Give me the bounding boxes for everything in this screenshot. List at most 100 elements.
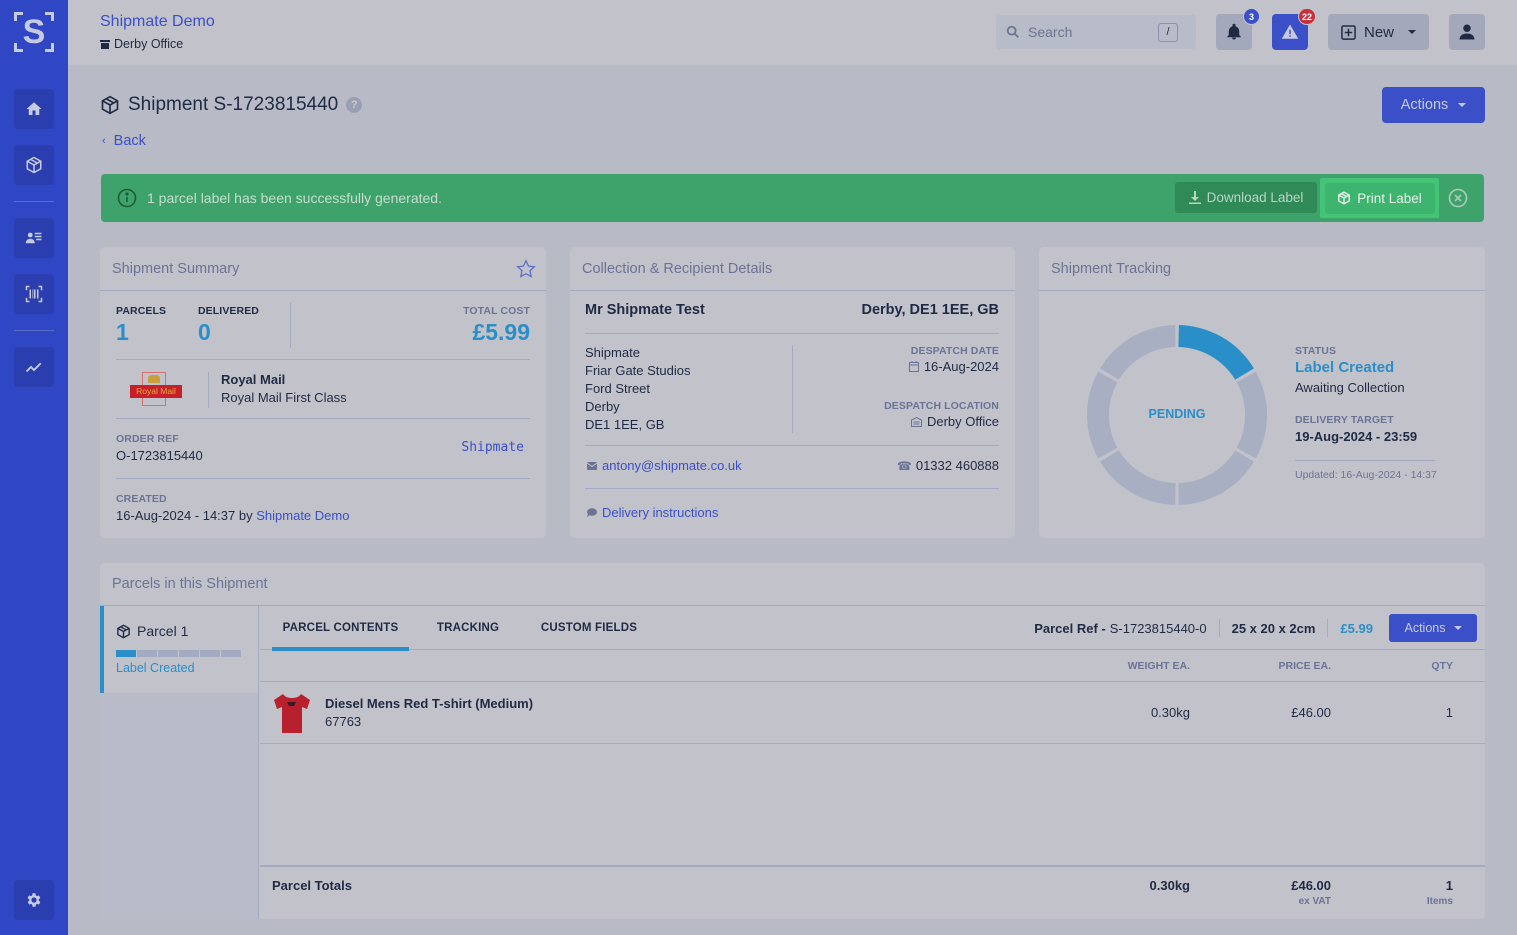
print-label-button[interactable]: Print Label [1324, 182, 1435, 214]
star-icon[interactable] [516, 259, 536, 279]
progress-segment [200, 650, 220, 657]
download-label-button[interactable]: Download Label [1175, 182, 1317, 213]
donut-segment-pending [1178, 450, 1254, 505]
order-ref-value: O-1723815440 [116, 448, 203, 463]
success-banner: 1 parcel label has been successfully gen… [101, 174, 1484, 222]
parcel-ref: S-1723815440-0 [1109, 620, 1207, 636]
card-title: Collection & Recipient Details [570, 247, 1015, 291]
total-cost-label: TOTAL COST [463, 305, 530, 317]
organisation-name[interactable]: Shipmate Demo [100, 13, 215, 31]
tab-tracking[interactable]: TRACKING [426, 606, 510, 650]
parcel-tabs: PARCEL CONTENTS TRACKING CUSTOM FIELDS P… [260, 606, 1485, 651]
status-label: STATUS [1295, 345, 1337, 357]
carrier-service: Royal Mail First Class [221, 390, 347, 405]
divider [116, 478, 530, 479]
sidebar-item-shipments[interactable] [14, 145, 54, 185]
delivery-instructions-link[interactable]: Delivery instructions [587, 505, 718, 520]
recipient-email[interactable]: antony@shipmate.co.uk [587, 458, 742, 473]
totals-price-note: ex VAT [1298, 896, 1331, 907]
shipment-tracking-card: Shipment Tracking PENDING STATUS Label C… [1039, 247, 1485, 538]
product-image [274, 694, 310, 733]
search-icon [1006, 25, 1019, 38]
tab-custom-fields[interactable]: CUSTOM FIELDS [530, 606, 648, 650]
sidebar-divider [14, 201, 54, 202]
office-selector[interactable]: Derby Office [100, 37, 183, 51]
sidebar-item-home[interactable] [14, 89, 54, 129]
back-link[interactable]: ‹ Back [102, 133, 146, 149]
sidebar-item-reports[interactable] [14, 347, 54, 387]
search-shortcut-hint: / [1158, 22, 1178, 42]
parcels-card: Parcels in this Shipment Parcel 1 Label … [100, 563, 1485, 919]
item-sku: 67763 [325, 714, 362, 729]
search-input[interactable] [1028, 24, 1158, 40]
recipient-name: Mr Shipmate Test [585, 302, 705, 318]
barcode-scan-icon [25, 285, 43, 303]
despatch-date: 16-Aug-2024 [908, 359, 999, 374]
address-line: Ford Street [585, 381, 651, 396]
card-title: Parcels in this Shipment [100, 563, 1485, 606]
divider [116, 359, 530, 360]
created-by-link[interactable]: Shipmate Demo [256, 508, 349, 523]
sidebar-item-settings[interactable] [14, 880, 54, 920]
card-title: Shipment Summary [100, 247, 546, 291]
warehouse-icon [910, 416, 922, 427]
parcel-actions-button[interactable]: Actions [1389, 614, 1477, 642]
donut-status-label: PENDING [1148, 407, 1206, 421]
parcel-ref-label: Parcel Ref - [1034, 620, 1106, 636]
totals-weight: 0.30kg [1149, 878, 1190, 893]
card-title: Shipment Tracking [1039, 247, 1485, 291]
status-subtext: Awaiting Collection [1295, 380, 1405, 395]
tab-parcel-contents[interactable]: PARCEL CONTENTS [272, 606, 409, 651]
tracking-progress-donut: PENDING [1087, 325, 1267, 505]
delivered-count: 0 [198, 319, 211, 345]
progress-segment [137, 650, 157, 657]
chart-line-icon [25, 362, 42, 373]
close-icon[interactable] [1448, 188, 1468, 208]
notifications-button[interactable]: 3 [1216, 8, 1260, 50]
divider [260, 681, 1485, 682]
divider [1218, 619, 1220, 637]
chevron-down-icon [1453, 626, 1462, 630]
progress-segment [158, 650, 178, 657]
totals-label: Parcel Totals [272, 878, 352, 893]
totals-qty-note: Items [1426, 896, 1453, 907]
new-button[interactable]: New [1328, 14, 1429, 50]
package-icon [26, 156, 42, 174]
totals-qty: 1 [1445, 878, 1453, 893]
column-header-weight: WEIGHT EA. [1127, 660, 1190, 672]
shipmate-logo[interactable]: S [14, 12, 54, 52]
parcel-meta: Parcel Ref - S-1723815440-0 25 x 20 x 2c… [1034, 614, 1477, 642]
page-title: Shipment S-1723815440 ? [100, 94, 363, 116]
sidebar: S [0, 0, 68, 935]
actions-button[interactable]: Actions [1382, 87, 1485, 123]
help-icon[interactable]: ? [346, 97, 363, 113]
royal-mail-logo: Royal Mail [130, 372, 182, 406]
total-cost-value: £5.99 [472, 319, 530, 345]
alerts-button[interactable]: 22 [1272, 8, 1316, 50]
divider [792, 345, 793, 433]
envelope-icon [587, 461, 597, 470]
parcel-list-item[interactable]: Parcel 1 Label Created [100, 606, 258, 693]
divider [585, 333, 999, 334]
phone-icon: ☎ [896, 458, 912, 473]
parcel-dimensions: 25 x 20 x 2cm [1231, 620, 1316, 636]
user-menu-button[interactable] [1449, 14, 1485, 50]
search-box[interactable]: / [996, 15, 1196, 49]
parcels-label: PARCELS [116, 305, 167, 317]
sidebar-item-scan[interactable] [14, 274, 54, 314]
created-label: CREATED [116, 493, 167, 505]
despatch-location-label: DESPATCH LOCATION [884, 400, 999, 412]
divider [1295, 460, 1435, 461]
sidebar-divider [14, 330, 54, 331]
recipient-phone: ☎ 01332 460888 [896, 458, 999, 473]
donut-segment-pending [1100, 325, 1176, 380]
top-bar: Shipmate Demo Derby Office / 3 22 New [68, 0, 1517, 65]
sidebar-item-contacts[interactable] [14, 218, 54, 258]
banner-message: 1 parcel label has been successfully gen… [147, 190, 442, 206]
gear-icon [27, 893, 41, 907]
updated-timestamp: Updated: 16-Aug-2024 - 14:37 [1295, 469, 1437, 481]
parcel-progress-bar [116, 650, 241, 657]
home-icon [26, 102, 42, 115]
print-label-focus-ring: Print Label [1320, 178, 1439, 218]
download-icon [1188, 191, 1201, 204]
